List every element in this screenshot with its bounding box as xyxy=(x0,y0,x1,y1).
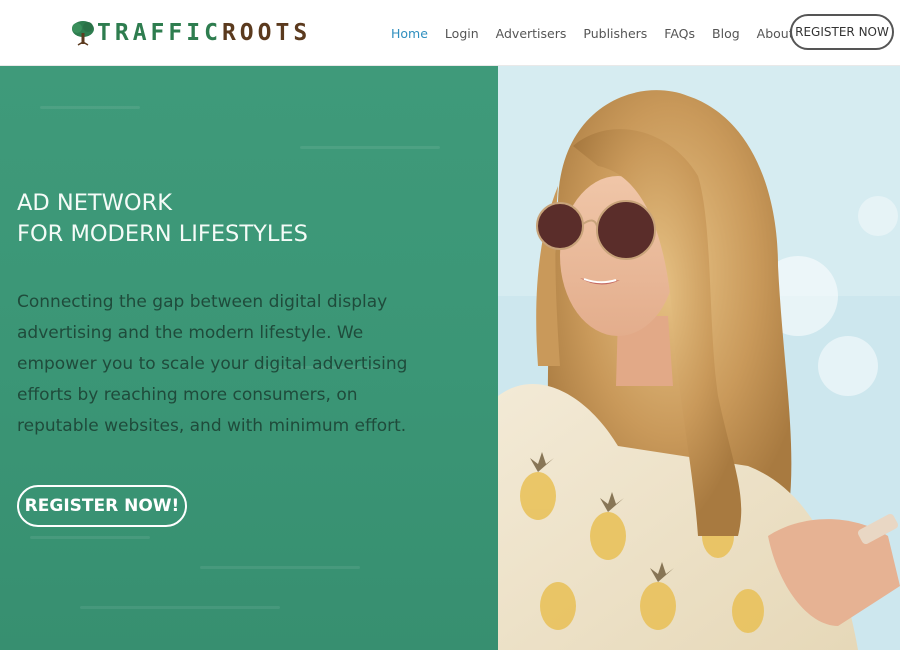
tree-icon xyxy=(72,21,94,46)
nav-publishers[interactable]: Publishers xyxy=(583,26,647,41)
hero-headline: AD NETWORK FOR MODERN LIFESTYLES xyxy=(17,188,308,250)
hero-description: Connecting the gap between digital displ… xyxy=(17,292,408,436)
hero-green-panel: AD NETWORK FOR MODERN LIFESTYLES Connect… xyxy=(0,66,498,650)
hero-section: AD NETWORK FOR MODERN LIFESTYLES Connect… xyxy=(0,66,900,650)
headline-line-1: AD NETWORK xyxy=(17,190,173,216)
nav-login[interactable]: Login xyxy=(445,26,479,41)
register-now-button[interactable]: REGISTER NOW xyxy=(790,14,894,50)
main-nav: Home Login Advertisers Publishers FAQs B… xyxy=(391,24,825,42)
headline-line-2: FOR MODERN LIFESTYLES xyxy=(17,221,308,247)
brand-name: TRAFFICROOTS xyxy=(97,20,312,46)
nav-blog[interactable]: Blog xyxy=(712,26,740,41)
register-now-hero-button[interactable]: REGISTER NOW! xyxy=(17,485,187,527)
site-header: TRAFFICROOTS Home Login Advertisers Publ… xyxy=(0,0,900,66)
brand-logo[interactable]: TRAFFICROOTS xyxy=(71,19,311,47)
nav-advertisers[interactable]: Advertisers xyxy=(496,26,567,41)
nav-faqs[interactable]: FAQs xyxy=(664,26,695,41)
nav-about-label: About xyxy=(756,25,794,41)
hero-photo xyxy=(498,66,900,650)
nav-home[interactable]: Home xyxy=(391,26,428,41)
